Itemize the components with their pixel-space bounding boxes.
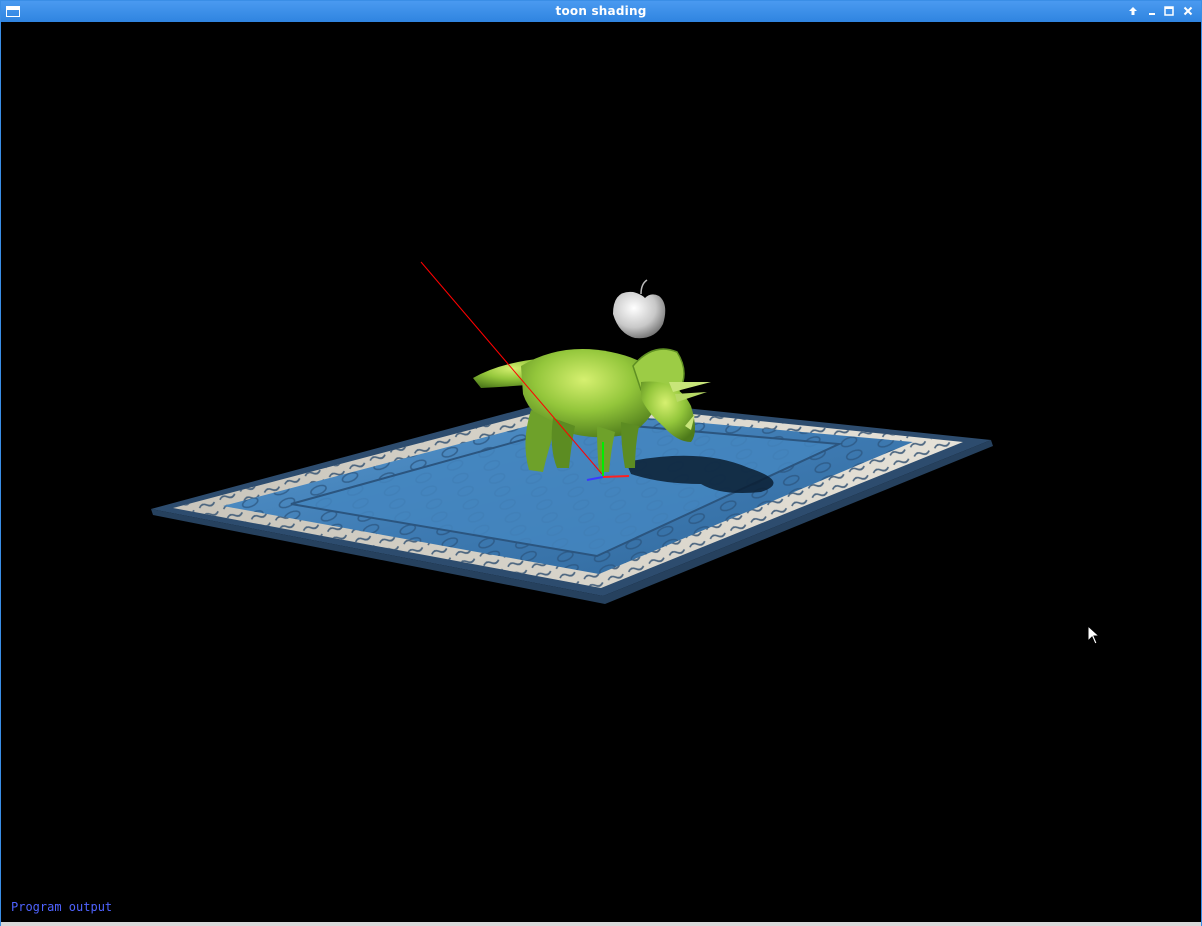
maximize-icon xyxy=(1164,6,1174,16)
maximize-button[interactable] xyxy=(1162,4,1176,18)
arrow-up-icon xyxy=(1129,7,1137,15)
apple-model xyxy=(613,279,666,339)
3d-scene xyxy=(151,261,993,604)
render-viewport[interactable]: Program output xyxy=(1,22,1201,922)
mouse-pointer-icon xyxy=(1087,625,1101,645)
keep-above-button[interactable] xyxy=(1126,4,1140,18)
close-icon xyxy=(1183,6,1193,16)
minimize-button[interactable] xyxy=(1145,4,1159,18)
minimize-icon xyxy=(1149,13,1155,15)
program-output-label: Program output xyxy=(11,900,113,914)
application-window: toon shading Program output xyxy=(0,0,1202,926)
title-bar[interactable]: toon shading xyxy=(1,1,1201,22)
window-title: toon shading xyxy=(555,4,647,18)
window-bottom-border xyxy=(1,922,1201,926)
close-button[interactable] xyxy=(1181,4,1195,18)
